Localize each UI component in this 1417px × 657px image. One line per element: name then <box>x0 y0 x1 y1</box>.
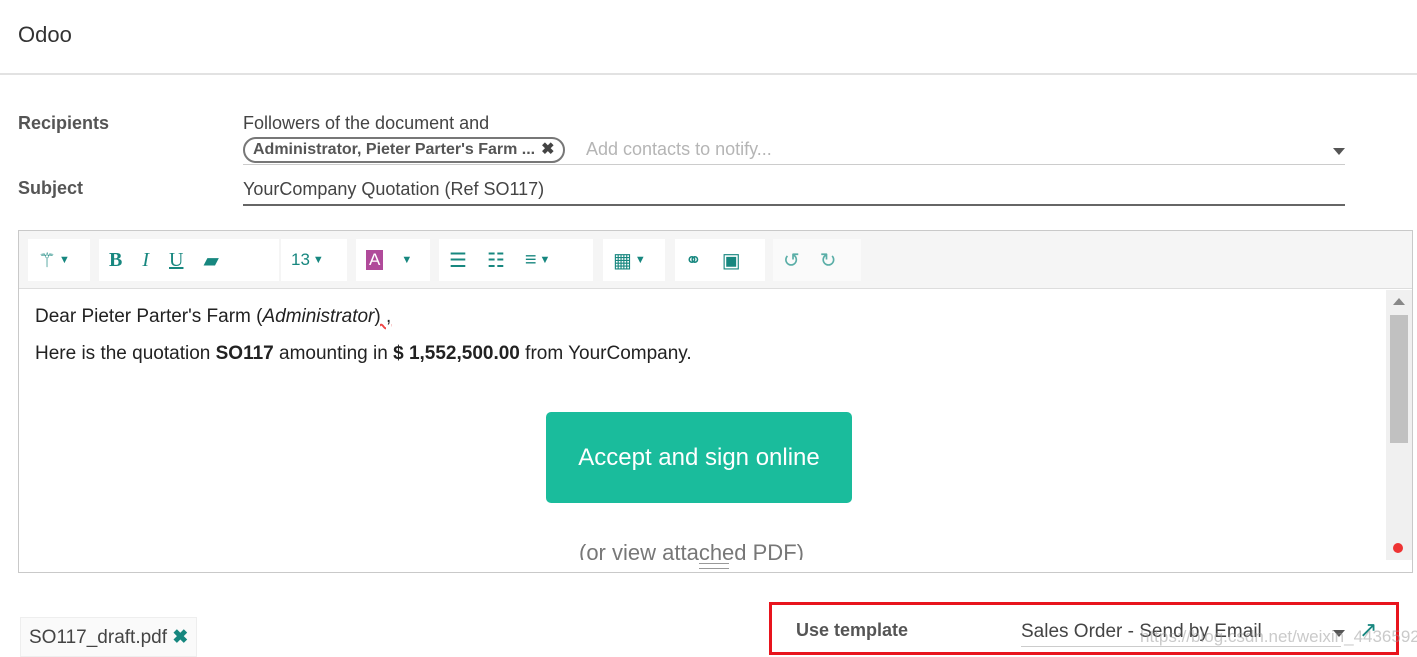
accept-sign-button[interactable]: Accept and sign online <box>546 412 852 503</box>
link-icon[interactable]: ⚭ <box>675 239 712 281</box>
amount: $ 1,552,500.00 <box>393 343 520 364</box>
recipients-text: Followers of the document and <box>243 113 490 133</box>
greeting-end: ) , <box>374 306 392 327</box>
font-color-icon[interactable]: A ▼ <box>356 239 422 281</box>
line-mid: amounting in <box>273 343 394 364</box>
pdf-note: (or view attached PDF) <box>579 540 804 560</box>
subject-underline <box>243 204 1345 206</box>
font-size-value: 13 <box>291 250 310 269</box>
recipient-tag-label: Administrator, Pieter Parter's Farm ... <box>253 141 536 158</box>
bullet-list-icon[interactable]: ☰ <box>439 239 477 281</box>
magic-wand-icon[interactable]: ⚚ ▼ <box>28 239 80 281</box>
chevron-down-icon[interactable] <box>1333 148 1345 155</box>
numbered-list-icon[interactable]: ☷ <box>477 239 515 281</box>
template-label: Use template <box>796 620 909 640</box>
attachment-name: SO117_draft.pdf <box>29 627 168 648</box>
html-editor: ⚚ ▼ B I U ▰ 13 ▼ A ▼ ☰ ☷ ≡ ▼ ▦ ▼ ⚭ ▣ ↺ ↻ Dear… <box>18 230 1413 573</box>
recipients-underline <box>243 164 1345 165</box>
subject-label: Subject <box>18 178 84 198</box>
subject-input[interactable]: YourCompany Quotation (Ref SO117) <box>243 179 544 200</box>
font-size-dropdown[interactable]: 13 ▼ <box>281 239 334 281</box>
greeting: Dear Pieter Parter's Farm (Administrator… <box>35 306 391 328</box>
editor-scrollbar[interactable] <box>1386 290 1412 560</box>
remove-attachment-icon[interactable]: ✖ <box>172 627 188 648</box>
italic-icon[interactable]: I <box>132 239 159 281</box>
divider <box>0 73 1417 75</box>
remove-tag-icon[interactable]: ✖ <box>541 141 554 158</box>
scroll-up-icon[interactable] <box>1393 298 1405 305</box>
greeting-text: Dear Pieter Parter's Farm ( <box>35 306 263 327</box>
recipient-tag[interactable]: Administrator, Pieter Parter's Farm ... ✖ <box>243 137 565 163</box>
attachment[interactable]: SO117_draft.pdf ✖ <box>20 617 198 657</box>
recipients-input[interactable]: Add contacts to notify... <box>586 139 772 160</box>
underline-icon[interactable]: U <box>159 239 193 281</box>
undo-icon[interactable]: ↺ <box>773 239 810 281</box>
recipients-label: Recipients <box>18 113 110 133</box>
redo-icon[interactable]: ↻ <box>810 239 847 281</box>
scroll-thumb[interactable] <box>1390 315 1408 443</box>
line-pre: Here is the quotation <box>35 343 216 364</box>
resize-handle[interactable] <box>699 563 729 569</box>
status-dot-icon <box>1393 543 1403 553</box>
table-icon[interactable]: ▦ ▼ <box>603 239 656 281</box>
greeting-name: Administrator <box>262 306 375 327</box>
app-title: Odoo <box>18 22 72 47</box>
align-icon[interactable]: ≡ ▼ <box>515 239 561 281</box>
email-body[interactable]: Dear Pieter Parter's Farm (Administrator… <box>19 290 1385 560</box>
order-ref: SO117 <box>215 343 274 364</box>
bold-icon[interactable]: B <box>99 239 132 281</box>
line-post: from YourCompany. <box>519 343 692 364</box>
quotation-line: Here is the quotation SO117 amounting in… <box>35 343 692 365</box>
eraser-icon[interactable]: ▰ <box>193 239 228 281</box>
watermark: https://blog.csdn.net/weixin_44365928 <box>1140 627 1417 646</box>
image-icon[interactable]: ▣ <box>712 239 751 281</box>
editor-toolbar: ⚚ ▼ B I U ▰ 13 ▼ A ▼ ☰ ☷ ≡ ▼ ▦ ▼ ⚭ ▣ ↺ ↻ <box>19 231 1412 289</box>
